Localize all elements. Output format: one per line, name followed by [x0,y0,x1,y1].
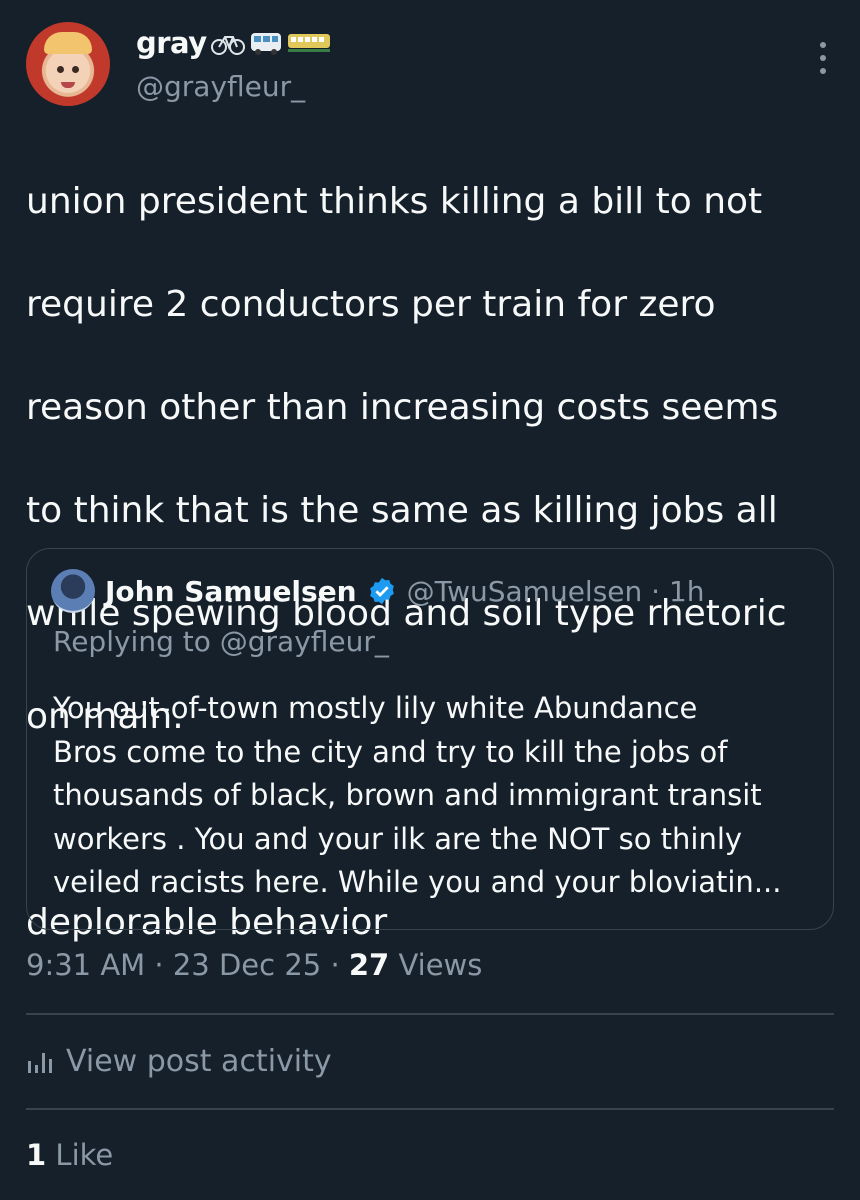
analytics-icon [28,1052,52,1073]
views-count: 27 [348,948,390,982]
meta-separator: · [330,948,340,982]
quoted-post-body: You out-of-town mostly lily white Abunda… [53,687,823,905]
post-date[interactable]: 23 Dec 25 [173,948,321,982]
view-post-activity-button[interactable]: View post activity [26,1044,332,1079]
avatar-mouth [61,82,75,88]
quoted-post-line: Bros come to the city and try to kill th… [53,734,728,769]
post-metadata: 9:31 AM · 23 Dec 25 · 27 Views [26,948,482,982]
quoted-author-name[interactable]: John Samuelsen [105,575,357,608]
author-avatar[interactable] [26,22,110,106]
post-body-line: require 2 conductors per train for zero [26,283,716,325]
post-header: gray @grayfleur_ [26,18,836,108]
more-dot [820,42,826,48]
view-post-activity-label: View post activity [66,1044,332,1079]
likes-count[interactable]: 1 Like [26,1138,113,1172]
bicycle-emoji-icon [210,30,245,56]
post-time[interactable]: 9:31 AM [26,948,145,982]
post-body-line: to think that is the same as killing job… [26,489,778,531]
post-body-line: reason other than increasing costs seems [26,386,779,428]
quoted-post-line: You out-of-town mostly lily white Abunda… [53,691,698,725]
avatar-eye [57,66,64,73]
more-dot [820,68,826,74]
quoted-post-line: workers . You and your ilk are the NOT s… [53,821,743,856]
meta-separator: · [154,948,164,982]
divider [26,1108,834,1110]
author-name-row[interactable]: gray [136,26,331,60]
quoted-post-header: John Samuelsen @TwuSamuelsen · 1h [51,569,705,613]
avatar-eye [72,66,79,73]
quoted-post-line: veiled racists here. While you and your … [53,865,782,900]
quoted-author-handle-time[interactable]: @TwuSamuelsen · 1h [407,575,705,608]
likes-label: Like [55,1138,114,1172]
author-display-name[interactable]: gray [136,26,207,60]
avatar-hair [44,32,92,54]
quoted-author-avatar[interactable] [51,569,95,613]
verified-badge-icon [369,577,394,605]
post-body-line: union president thinks killing a bill to… [26,180,763,222]
author-handle[interactable]: @grayfleur_ [136,70,305,103]
quoted-post[interactable]: John Samuelsen @TwuSamuelsen · 1h Replyi… [26,548,834,930]
more-vertical-icon[interactable] [810,38,836,78]
more-dot [820,55,826,61]
quoted-post-line: thousands of black, brown and immigrant … [53,778,762,813]
replying-to[interactable]: Replying to @grayfleur_ [53,625,389,658]
divider [26,1013,834,1015]
views-label: Views [398,948,483,982]
train-emoji-icon [287,30,331,56]
bus-emoji-icon [249,30,283,56]
likes-number: 1 [26,1138,47,1172]
